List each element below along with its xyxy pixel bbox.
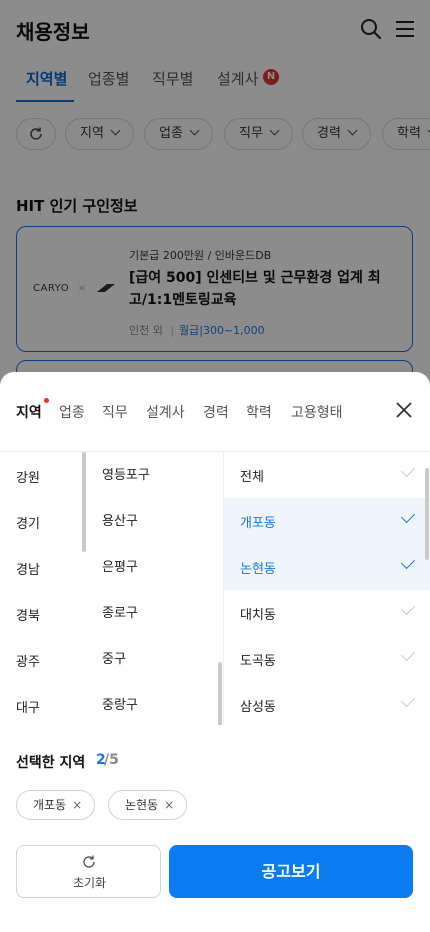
selected-tag[interactable]: 개포동 × — [16, 790, 96, 820]
neighborhood-item[interactable]: 개포동 — [224, 498, 430, 544]
sheet-tab-employment-type[interactable]: 고용형태 — [291, 402, 343, 422]
neighborhood-item[interactable]: 대치동 — [224, 590, 430, 636]
district-item[interactable]: 중구 — [102, 648, 126, 667]
sheet-tab-planner[interactable]: 설계사 — [146, 402, 185, 422]
check-icon — [400, 462, 416, 478]
neighborhood-item[interactable]: 도곡동 — [224, 636, 430, 682]
selected-max: /5 — [104, 752, 119, 768]
selected-tag[interactable]: 논현동 × — [108, 790, 188, 820]
district-scrollbar[interactable] — [218, 662, 222, 725]
close-icon[interactable] — [394, 400, 414, 420]
selected-tag-label: 개포동 — [33, 798, 67, 812]
neighborhood-item[interactable]: 삼성동 — [224, 682, 430, 725]
check-icon — [400, 508, 416, 524]
check-icon — [400, 692, 416, 708]
sheet-tab-job[interactable]: 직무 — [102, 402, 128, 422]
neighborhood-label: 논현동 — [240, 562, 276, 577]
view-jobs-button[interactable]: 공고보기 — [169, 845, 413, 898]
neighborhood-label: 삼성동 — [240, 700, 276, 715]
province-item[interactable]: 대구 — [16, 697, 40, 716]
filter-bottom-sheet: 지역 업종 직무 설계사 경력 학력 고용형태 강원 경기 경남 경북 광주 대… — [0, 372, 430, 932]
check-icon — [400, 600, 416, 616]
remove-tag-icon[interactable]: × — [164, 791, 174, 819]
neighborhood-scrollbar[interactable] — [425, 468, 429, 560]
sheet-tab-career[interactable]: 경력 — [203, 402, 229, 422]
refresh-icon — [83, 855, 95, 868]
district-item[interactable]: 은평구 — [102, 556, 138, 575]
neighborhood-label: 개포동 — [240, 516, 276, 531]
sheet-tab-region[interactable]: 지역 — [16, 402, 42, 422]
neighborhood-item[interactable]: 논현동 — [224, 544, 430, 590]
sheet-tab-industry[interactable]: 업종 — [59, 402, 85, 422]
check-icon — [400, 646, 416, 662]
reset-button[interactable]: 초기화 — [16, 845, 161, 898]
province-item[interactable]: 광주 — [16, 651, 40, 670]
district-item[interactable]: 종로구 — [102, 602, 138, 621]
selected-tag-label: 논현동 — [125, 798, 159, 812]
province-item[interactable]: 경남 — [16, 559, 40, 578]
region-picker: 강원 경기 경남 경북 광주 대구 영등포구 용산구 은평구 종로구 중구 중랑… — [0, 451, 430, 725]
selected-region-title: 선택한 지역 — [16, 755, 86, 771]
neighborhood-item[interactable]: 전체 — [224, 452, 430, 498]
sheet-tabs: 지역 업종 직무 설계사 경력 학력 고용형태 — [0, 398, 430, 426]
neighborhood-label: 전체 — [240, 470, 264, 485]
district-item[interactable]: 영등포구 — [102, 464, 150, 483]
reset-label: 초기화 — [72, 876, 107, 890]
district-list: 영등포구 용산구 은평구 종로구 중구 중랑구 — [86, 452, 223, 725]
province-item[interactable]: 경기 — [16, 513, 40, 532]
district-item[interactable]: 중랑구 — [102, 694, 138, 713]
province-item[interactable]: 강원 — [16, 467, 40, 486]
active-dot — [44, 398, 49, 403]
district-item[interactable]: 용산구 — [102, 510, 138, 529]
neighborhood-label: 도곡동 — [240, 654, 276, 669]
neighborhood-list: 전체 개포동 논현동 대치동 도곡동 삼성동 — [223, 452, 430, 725]
province-list: 강원 경기 경남 경북 광주 대구 — [0, 452, 86, 725]
sheet-tab-education[interactable]: 학력 — [246, 402, 272, 422]
check-icon — [400, 554, 416, 570]
neighborhood-label: 대치동 — [240, 608, 276, 623]
remove-tag-icon[interactable]: × — [72, 791, 82, 819]
province-item[interactable]: 경북 — [16, 605, 40, 624]
